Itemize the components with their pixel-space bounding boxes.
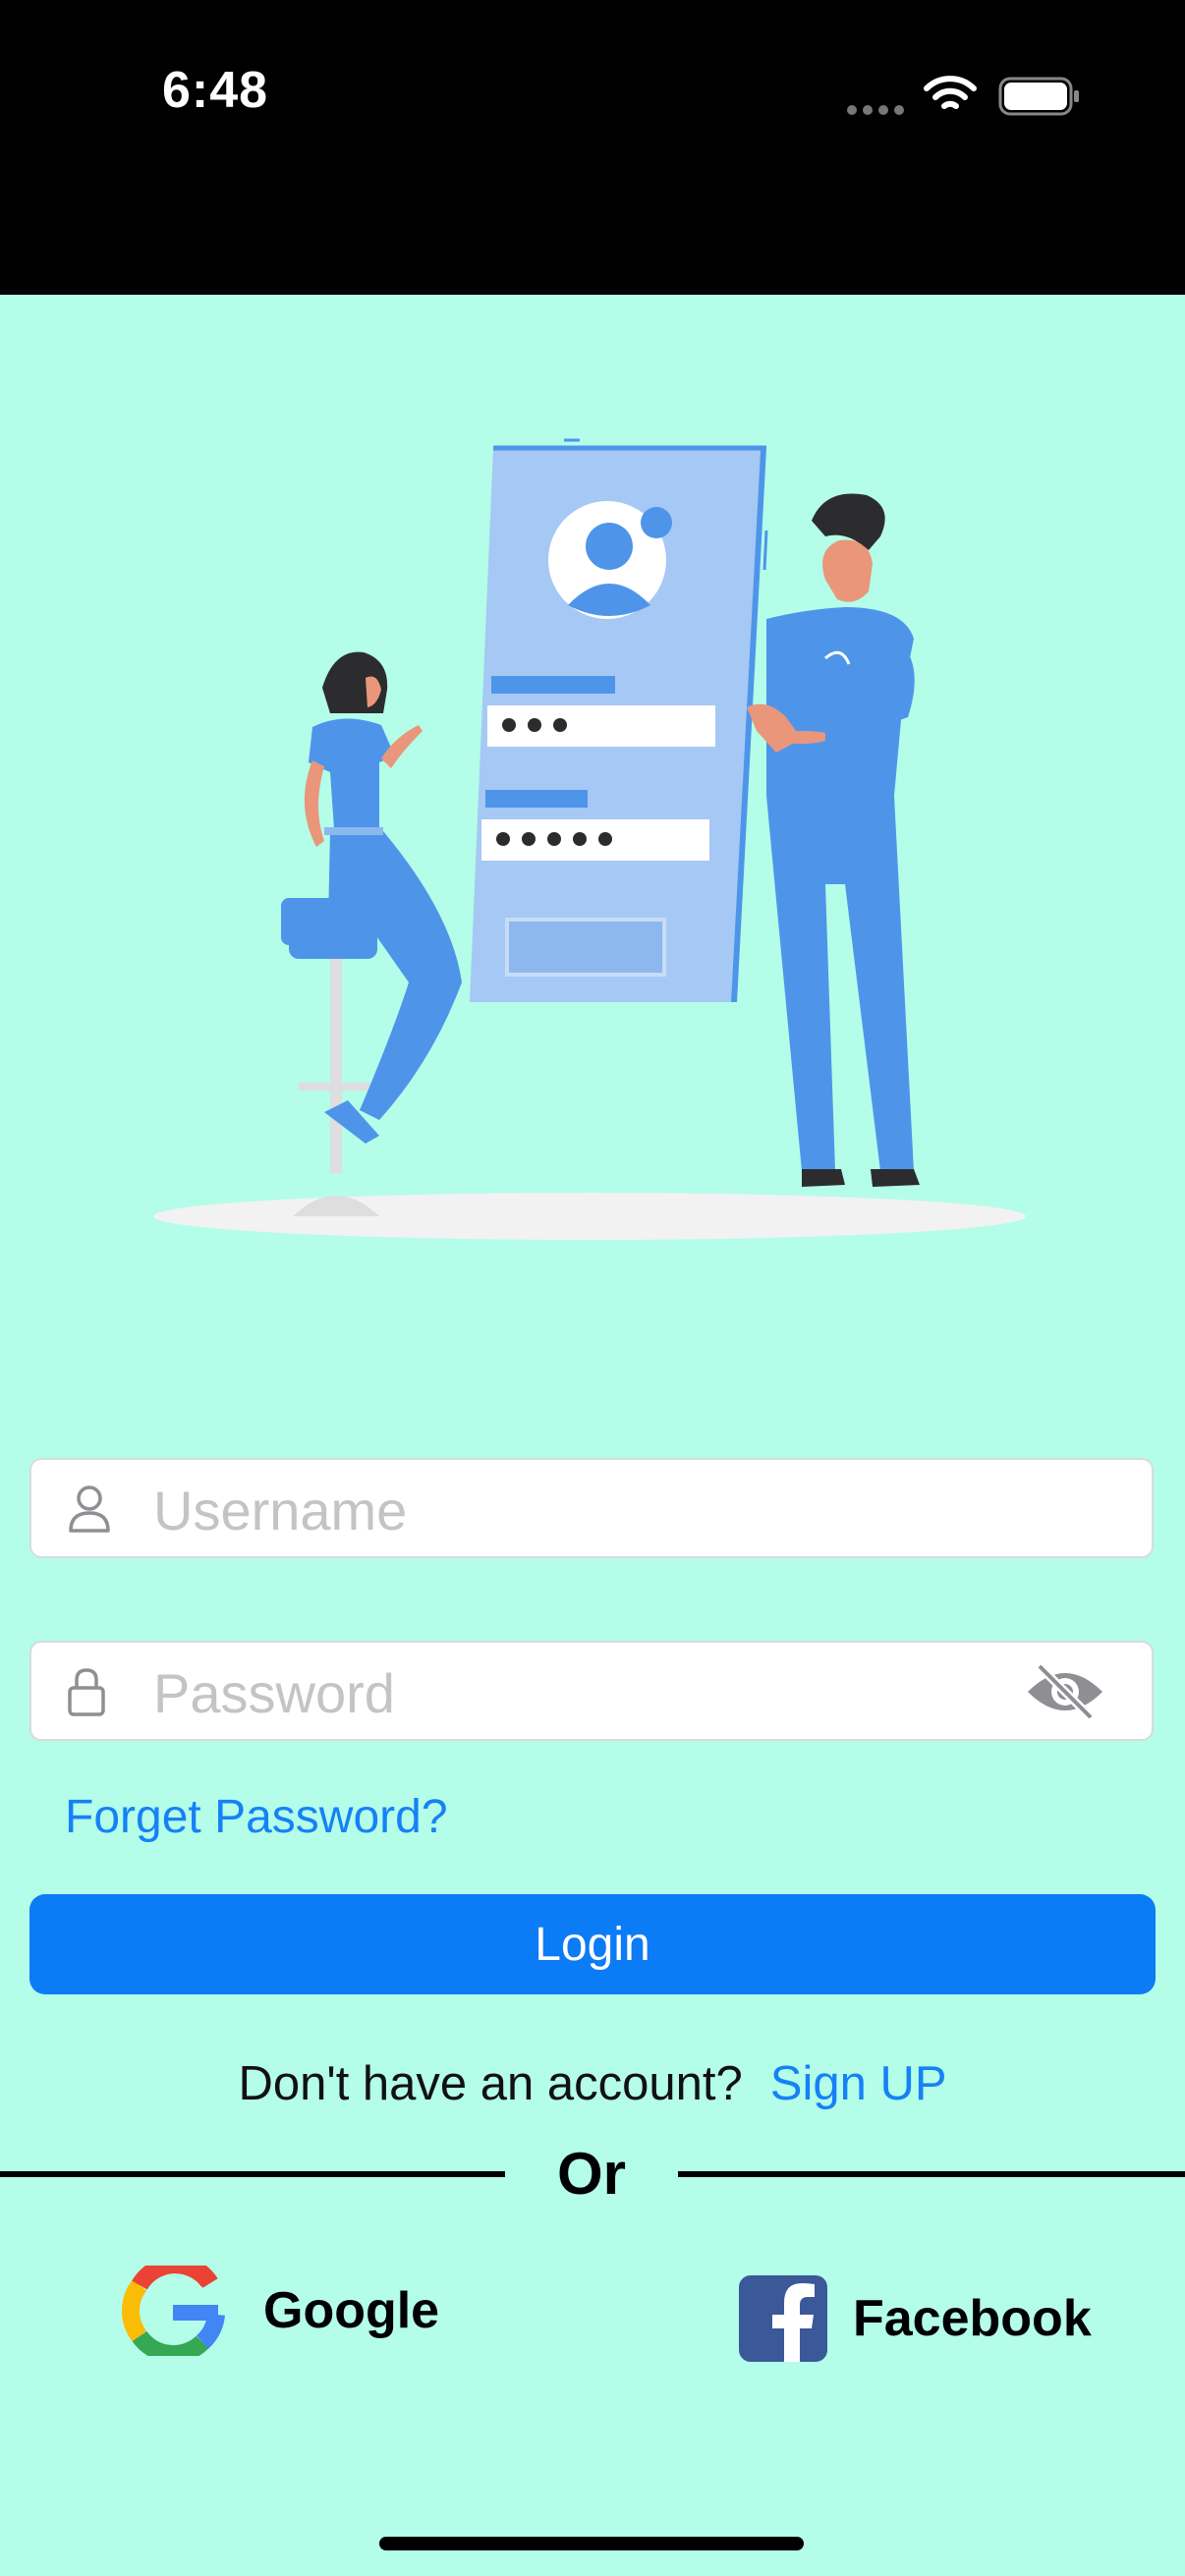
- google-login-button[interactable]: Google: [120, 2266, 439, 2356]
- google-icon: [122, 2266, 225, 2356]
- facebook-icon: [739, 2275, 827, 2362]
- divider-line-left: [0, 2171, 505, 2177]
- forgot-password-link[interactable]: Forget Password?: [65, 1790, 448, 1844]
- signup-row: Don't have an account? Sign UP: [0, 2056, 1185, 2111]
- google-label: Google: [263, 2282, 440, 2339]
- username-input[interactable]: [151, 1470, 1000, 1550]
- login-button[interactable]: Login: [29, 1894, 1156, 1994]
- battery-icon: [998, 77, 1079, 116]
- divider-or-label: Or: [556, 2141, 627, 2207]
- status-bar: 6:48: [0, 0, 1185, 295]
- lock-icon: [68, 1668, 105, 1716]
- home-indicator: [379, 2537, 804, 2550]
- person-icon: [69, 1485, 110, 1533]
- facebook-label: Facebook: [853, 2290, 1092, 2347]
- password-input[interactable]: [151, 1652, 1000, 1733]
- signup-question: Don't have an account?: [238, 2057, 743, 2110]
- signup-link[interactable]: Sign UP: [770, 2057, 947, 2110]
- divider-line-right: [678, 2171, 1185, 2177]
- wifi-icon: [924, 76, 977, 109]
- login-illustration: [153, 438, 1026, 1240]
- password-field[interactable]: [29, 1641, 1154, 1741]
- status-time: 6:48: [162, 62, 269, 119]
- facebook-login-button[interactable]: Facebook: [739, 2275, 1092, 2362]
- eye-slash-icon[interactable]: [1024, 1662, 1106, 1721]
- username-field[interactable]: [29, 1458, 1154, 1558]
- cellular-signal-icon: [847, 102, 910, 120]
